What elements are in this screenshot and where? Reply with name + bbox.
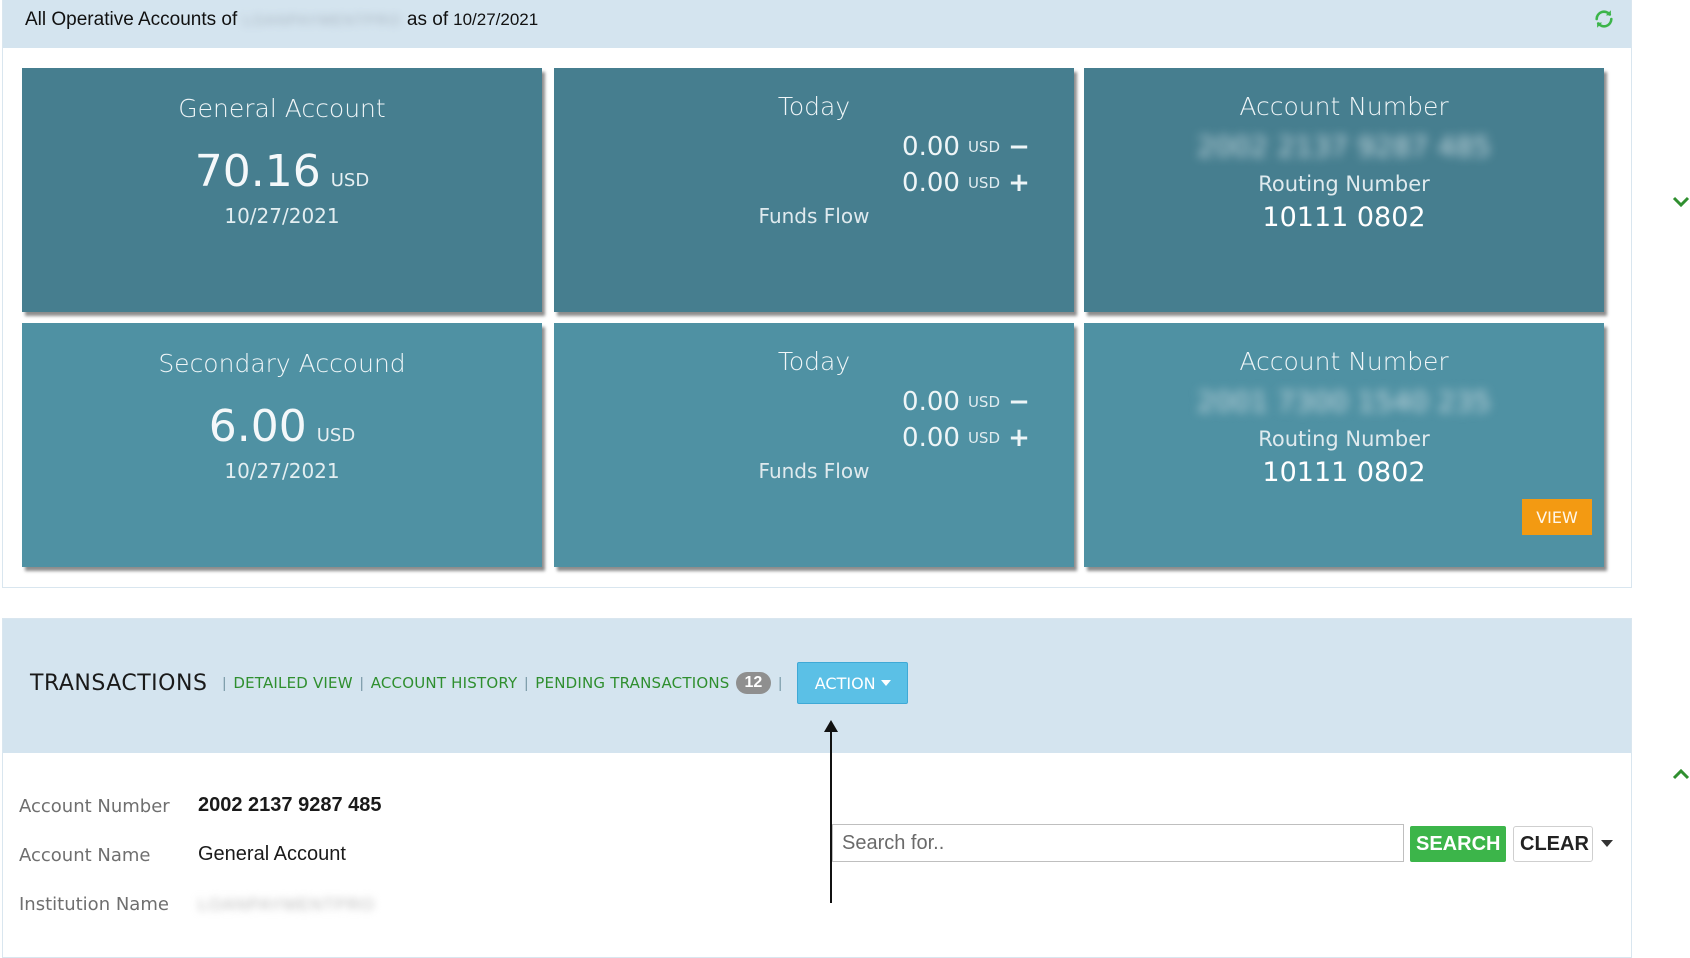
inflow-amount: 0.00 xyxy=(902,423,960,453)
account-history-link[interactable]: ACCOUNT HISTORY xyxy=(371,674,518,692)
funds-flow-label: Funds Flow xyxy=(758,204,870,228)
search-button[interactable]: SEARCH xyxy=(1410,826,1506,862)
routing-number-value: 10111 0802 xyxy=(1262,202,1426,233)
account-number-value: 2002 2137 9287 485 xyxy=(198,794,382,816)
chevron-up-icon[interactable] xyxy=(1672,768,1690,780)
chevron-down-icon[interactable] xyxy=(1672,196,1690,208)
minus-icon: − xyxy=(1008,387,1030,417)
account-title: Secondary Accound xyxy=(158,349,406,378)
refresh-icon[interactable] xyxy=(1593,8,1615,30)
secondary-account-card[interactable]: Secondary Accound 6.00 USD 10/27/2021 xyxy=(22,323,542,567)
clear-button[interactable]: CLEAR xyxy=(1513,826,1593,862)
balance-amount: 6.00 xyxy=(208,401,307,452)
routing-number-label: Routing Number xyxy=(1258,172,1430,196)
inflow-line: 0.00 USD + xyxy=(902,168,1030,198)
account-info-card[interactable]: Account Number 2001 7300 1540 235 Routin… xyxy=(1084,323,1604,567)
outflow-line: 0.00 USD − xyxy=(902,132,1030,162)
plus-icon: + xyxy=(1008,423,1030,453)
account-balance: 6.00 USD xyxy=(22,401,542,452)
plus-icon: + xyxy=(1008,168,1030,198)
balance-date: 10/27/2021 xyxy=(224,204,340,228)
detailed-view-link[interactable]: DETAILED VIEW xyxy=(233,674,352,692)
funds-flow-label: Funds Flow xyxy=(758,459,870,483)
separator: | xyxy=(778,674,783,692)
flow-title: Today xyxy=(777,347,851,376)
inflow-currency: USD xyxy=(967,174,1000,192)
funds-flow-card[interactable]: Today 0.00 USD − 0.00 USD + Funds Flow xyxy=(554,323,1074,567)
account-number-label: Account Number xyxy=(19,796,170,817)
transactions-title: TRANSACTIONS xyxy=(30,670,208,696)
separator: | xyxy=(359,674,364,692)
balance-date: 10/27/2021 xyxy=(224,459,340,483)
pending-count-badge: 12 xyxy=(735,672,772,694)
account-number-value: 2002 2137 9287 485 xyxy=(1197,130,1491,163)
account-balance: 70.16 USD xyxy=(22,146,542,197)
account-number-label: Account Number xyxy=(1239,347,1449,376)
outflow-currency: USD xyxy=(967,393,1000,411)
account-title: General Account xyxy=(178,94,386,123)
title-suffix: as of xyxy=(406,9,449,30)
separator: | xyxy=(524,674,529,692)
separator: | xyxy=(222,674,227,692)
account-number-value: 2001 7300 1540 235 xyxy=(1197,385,1491,418)
funds-flow-card[interactable]: Today 0.00 USD − 0.00 USD + Funds Flow xyxy=(554,68,1074,312)
balance-currency: USD xyxy=(316,425,356,446)
routing-number-label: Routing Number xyxy=(1258,427,1430,451)
balance-currency: USD xyxy=(330,170,370,191)
account-info-card[interactable]: Account Number 2002 2137 9287 485 Routin… xyxy=(1084,68,1604,312)
search-input[interactable] xyxy=(832,824,1404,862)
pending-transactions-link[interactable]: PENDING TRANSACTIONS xyxy=(535,674,729,692)
outflow-amount: 0.00 xyxy=(902,387,960,417)
account-number-label: Account Number xyxy=(1239,92,1449,121)
accounts-panel-header: All Operative Accounts of LOANPAYMENTPRO… xyxy=(3,0,1631,48)
routing-number-value: 10111 0802 xyxy=(1262,457,1426,488)
inflow-amount: 0.00 xyxy=(902,168,960,198)
outflow-currency: USD xyxy=(967,138,1000,156)
search-options-caret-icon[interactable] xyxy=(1601,840,1613,847)
transactions-header: TRANSACTIONS | DETAILED VIEW | ACCOUNT H… xyxy=(3,619,1631,753)
blurred-institution-name: LOANPAYMENTPRO xyxy=(243,11,401,29)
inflow-line: 0.00 USD + xyxy=(902,423,1030,453)
balance-amount: 70.16 xyxy=(194,146,321,197)
account-name-value: General Account xyxy=(198,843,346,865)
action-dropdown-button[interactable]: ACTION xyxy=(797,662,909,704)
outflow-line: 0.00 USD − xyxy=(902,387,1030,417)
institution-name-label: Institution Name xyxy=(19,894,169,915)
minus-icon: − xyxy=(1008,132,1030,162)
view-button[interactable]: VIEW xyxy=(1522,499,1592,535)
transactions-toolbar: TRANSACTIONS | DETAILED VIEW | ACCOUNT H… xyxy=(30,661,909,705)
accounts-panel-title: All Operative Accounts of LOANPAYMENTPRO… xyxy=(25,9,538,31)
inflow-currency: USD xyxy=(967,429,1000,447)
action-label: ACTION xyxy=(814,673,876,693)
annotation-arrow-line xyxy=(830,728,832,903)
account-name-label: Account Name xyxy=(19,845,151,866)
general-account-card[interactable]: General Account 70.16 USD 10/27/2021 xyxy=(22,68,542,312)
title-prefix: All Operative Accounts of xyxy=(25,9,238,30)
caret-down-icon xyxy=(880,680,891,686)
institution-name-value: LOANPAYMENTPRO xyxy=(198,895,375,914)
as-of-date: 10/27/2021 xyxy=(453,10,539,29)
outflow-amount: 0.00 xyxy=(902,132,960,162)
flow-title: Today xyxy=(777,92,851,121)
annotation-arrow-head xyxy=(824,720,838,732)
